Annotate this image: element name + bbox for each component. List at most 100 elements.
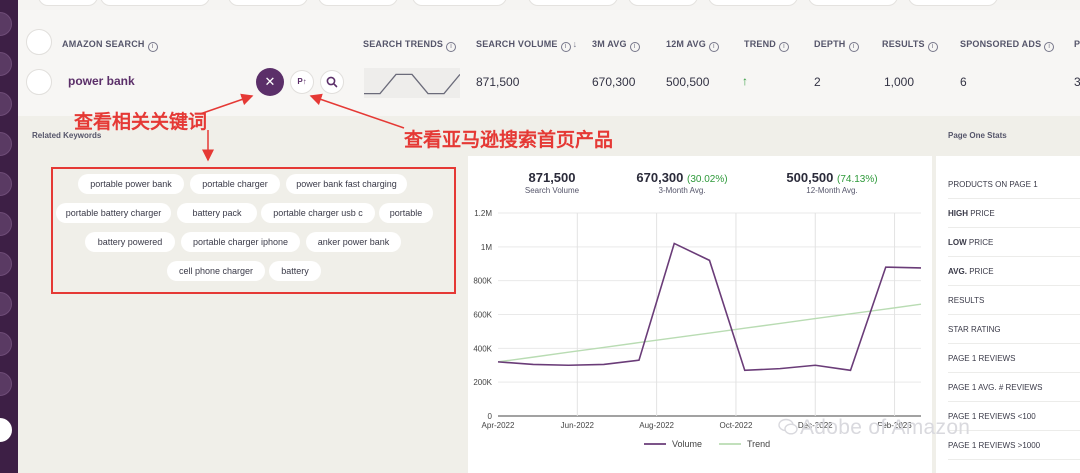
keyword-tag[interactable]: portable battery charger — [56, 203, 171, 223]
stat-row-label: RESULTS — [948, 296, 985, 305]
legend-label-volume[interactable]: Volume — [672, 439, 702, 449]
rail-nav-dot[interactable] — [0, 332, 12, 356]
keyword-tag[interactable]: anker power bank — [306, 232, 401, 252]
wechat-icon — [778, 418, 798, 435]
toolbar-pill[interactable] — [528, 0, 618, 6]
info-icon[interactable]: i — [848, 42, 859, 52]
toolbar-pill[interactable] — [708, 0, 798, 6]
depth-cell: 2 — [814, 75, 821, 89]
toolbar-pill[interactable] — [38, 0, 98, 6]
header-search-volume[interactable]: SEARCH VOLUME i ↓ — [476, 39, 577, 52]
header-trend[interactable]: TREND i — [744, 39, 789, 52]
keyword-tag[interactable]: power bank fast charging — [286, 174, 407, 194]
rail-nav-dot[interactable] — [0, 292, 12, 316]
keyword-tag[interactable]: battery pack — [177, 203, 257, 223]
select-all-checkbox[interactable] — [26, 29, 52, 55]
y-tick-label: 1.2M — [474, 209, 492, 218]
rail-nav-dot[interactable] — [0, 372, 12, 396]
x-tick-label: Apr-2022 — [482, 421, 515, 430]
keyword-tag[interactable]: portable power bank — [78, 174, 184, 194]
y-tick-label: 1M — [481, 243, 492, 252]
close-icon: ✕ — [264, 74, 276, 89]
toolbar-pill[interactable] — [808, 0, 898, 6]
avg3m-cell: 670,300 — [592, 75, 636, 89]
y-tick-label: 600K — [473, 311, 492, 320]
header-keyword[interactable]: AMAZON SEARCH i — [62, 39, 158, 52]
keyword-tag[interactable]: portable — [379, 203, 433, 223]
page-one-stat-row: AVG. PRICE — [948, 257, 1080, 286]
stat-row-label: PRICE — [968, 209, 995, 218]
toolbar-pill[interactable] — [318, 0, 398, 6]
info-icon[interactable]: i — [147, 42, 158, 52]
y-tick-label: 0 — [488, 412, 493, 421]
toolbar-pill[interactable] — [908, 0, 998, 6]
page-one-stat-row: PAGE 1 REVIEWS — [948, 344, 1080, 373]
keyword-tag[interactable]: cell phone charger — [167, 261, 265, 281]
rail-nav-dot[interactable] — [0, 252, 12, 276]
rail-nav-dot[interactable] — [0, 212, 12, 236]
info-icon[interactable]: i — [779, 42, 789, 52]
annotation-search-products: 查看亚马逊搜索首页产品 — [404, 130, 614, 151]
rail-nav-dot[interactable] — [0, 52, 12, 76]
stat-row-bold-label: AVG. — [948, 267, 967, 276]
search-button[interactable] — [320, 70, 344, 94]
page-one-stat-row: LOW PRICE — [948, 228, 1080, 257]
keyword-tag[interactable]: battery — [269, 261, 321, 281]
page-one-stat-row: STAR RATING — [948, 315, 1080, 344]
keyword-tag[interactable]: portable charger iphone — [181, 232, 300, 252]
keyword-cell[interactable]: power bank — [68, 74, 135, 88]
rail-nav-dot[interactable] — [0, 172, 12, 196]
rail-nav-dot[interactable] — [0, 12, 12, 36]
keyword-tag[interactable]: portable charger — [190, 174, 280, 194]
info-icon[interactable]: i — [629, 42, 640, 52]
keyword-tag[interactable]: battery powered — [85, 232, 175, 252]
x-tick-label: Oct-2022 — [719, 421, 752, 430]
row-checkbox[interactable] — [26, 69, 52, 95]
page-one-stat-row: RESULTS — [948, 286, 1080, 315]
page-one-stat-row: HIGH PRICE — [948, 199, 1080, 228]
rail-nav-dot[interactable] — [0, 132, 12, 156]
page-one-stat-row: PAGE 1 AVG. # REVIEWS — [948, 373, 1080, 402]
truncated-cell: 3 — [1074, 75, 1080, 89]
toolbar-pill[interactable] — [412, 0, 507, 6]
series-line-volume — [497, 242, 922, 372]
watermark-text: Adobe of Amazon — [800, 416, 971, 439]
sort-down-icon[interactable]: ↓ — [573, 39, 578, 49]
info-icon[interactable]: i — [708, 42, 719, 52]
stat-row-label: PRODUCTS ON PAGE 1 — [948, 180, 1038, 189]
header-3m-avg[interactable]: 3M AVG i — [592, 39, 640, 52]
stat-row-bold-label: LOW — [948, 238, 967, 247]
rail-nav-dot[interactable] — [0, 92, 12, 116]
series-line-trend — [497, 303, 922, 363]
stat-row-label: PAGE 1 REVIEWS >1000 — [948, 441, 1041, 450]
search-trend-sparkline — [364, 68, 460, 98]
y-tick-label: 200K — [473, 378, 492, 387]
header-results[interactable]: RESULTS i — [882, 39, 938, 52]
stat-row-bold-label: HIGH — [948, 209, 968, 218]
view-products-button[interactable]: P↑ — [290, 70, 314, 94]
close-button[interactable]: ✕ — [256, 68, 284, 96]
page-one-stats-title: Page One Stats — [948, 131, 1007, 140]
x-tick-label: Jun-2022 — [561, 421, 595, 430]
sponsored-cell: 6 — [960, 75, 967, 89]
header-12m-avg[interactable]: 12M AVG i — [666, 39, 719, 52]
keyword-tag[interactable]: portable charger usb c — [261, 203, 375, 223]
avg12m-cell: 500,500 — [666, 75, 710, 89]
toolbar-pill[interactable] — [628, 0, 698, 6]
info-icon[interactable]: i — [446, 42, 457, 52]
toolbar-pill[interactable] — [100, 0, 210, 6]
info-icon[interactable]: i — [1044, 42, 1055, 52]
stat-row-label: PAGE 1 AVG. # REVIEWS — [948, 383, 1043, 392]
header-depth[interactable]: DEPTH i — [814, 39, 859, 52]
info-icon[interactable]: i — [560, 42, 571, 52]
x-tick-label: Aug-2022 — [639, 421, 674, 430]
annotation-related-keywords: 查看相关关键词 — [74, 112, 208, 133]
header-sponsored-ads[interactable]: SPONSORED ADS i — [960, 39, 1055, 52]
rail-nav-dot-active[interactable] — [0, 418, 12, 442]
keyword-table: AMAZON SEARCH i SEARCH TRENDS i SEARCH VOL… — [18, 10, 1080, 116]
toolbar-pill[interactable] — [228, 0, 308, 6]
info-icon[interactable]: i — [927, 42, 938, 52]
header-search-trends[interactable]: SEARCH TRENDS i — [363, 39, 457, 52]
stat-row-label: PRICE — [966, 267, 994, 276]
legend-label-trend[interactable]: Trend — [747, 439, 770, 449]
